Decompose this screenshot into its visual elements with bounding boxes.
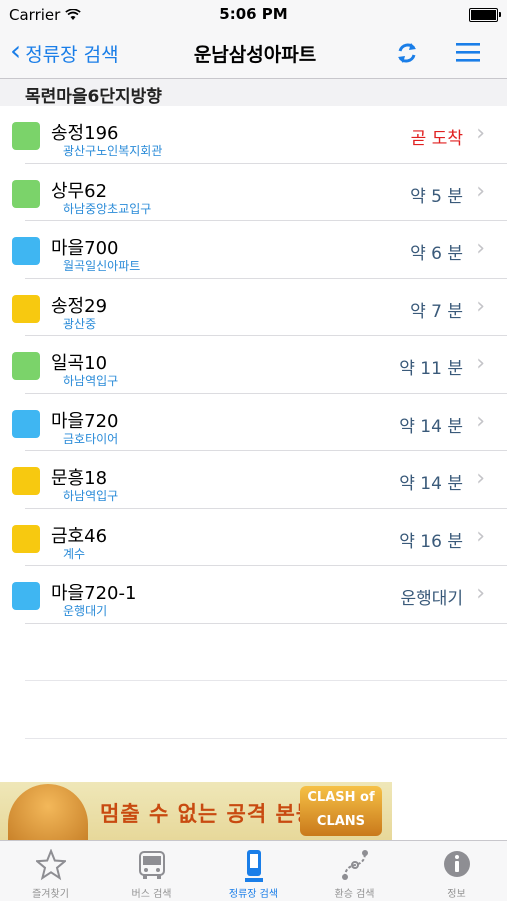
route-eta: 약 14 분 (399, 474, 463, 494)
route-current-stop: 광산구노인복지회관 (63, 144, 163, 158)
route-current-stop: 광산중 (63, 316, 97, 331)
route-current-stop: 금호타이어 (63, 431, 119, 446)
chevron-right-icon: › (476, 523, 485, 549)
route-current-stop: 하남역입구 (63, 374, 119, 388)
back-button[interactable]: ‹ 정류장 검색 (10, 34, 119, 67)
tab-label: 정보 (447, 889, 466, 900)
tab-label: 버스 검색 (131, 889, 172, 900)
chevron-right-icon: › (476, 581, 485, 606)
route-row[interactable]: 마을720 금호타이어 약 14 분 › (12, 394, 507, 451)
back-button-label: 정류장 검색 (25, 43, 119, 66)
route-list: 송정196 광산구노인복지회관 곧 도착 › 상무62 하남중앙초교입구 약 5… (0, 106, 507, 739)
route-color-badge (12, 524, 40, 553)
tab-stop-search[interactable]: 정류장 검색 (203, 841, 304, 901)
chevron-right-icon: › (476, 178, 485, 204)
battery-icon (469, 8, 501, 22)
bus-icon (139, 851, 165, 879)
route-current-stop: 월곡일신아파트 (63, 259, 141, 273)
empty-list-row (25, 624, 507, 681)
info-icon (444, 851, 470, 877)
tab-bar: 즐겨찾기 버스 검색 정류장 검색 환승 검색 정보 (0, 840, 507, 901)
refresh-icon (398, 43, 416, 63)
route-color-badge (12, 237, 40, 265)
status-bar: Carrier 5:06 PM (0, 0, 507, 28)
chevron-left-icon: ‹ (10, 34, 22, 67)
route-row[interactable]: 금호46 계수 약 16 분 › (12, 509, 507, 566)
transfer-route-icon (342, 850, 368, 880)
tab-transfer-search[interactable]: 환승 검색 (304, 841, 405, 901)
chevron-right-icon: › (476, 408, 485, 434)
route-row[interactable]: 송정29 광산중 약 7 분 › (12, 279, 507, 336)
route-current-stop: 하남중앙초교입구 (63, 201, 152, 216)
route-color-badge (12, 179, 40, 208)
route-color-badge (12, 582, 40, 610)
route-row[interactable]: 마을720-1 운행대기 운행대기 › (12, 566, 507, 624)
ad-banner[interactable]: 멈출 수 없는 공격 본능! CLASH of CLANS (0, 782, 392, 840)
tab-label: 정류장 검색 (228, 889, 279, 900)
navigation-bar: ‹ 정류장 검색 운남삼성아파트 (0, 28, 507, 79)
menu-button[interactable] (454, 40, 484, 66)
ad-headline: 멈출 수 없는 공격 본능! (100, 802, 327, 826)
tab-label: 환승 검색 (334, 889, 375, 900)
route-eta: 운행대기 (400, 589, 463, 609)
route-eta: 약 11 분 (399, 359, 463, 379)
route-row[interactable]: 일곡10 하남역입구 약 11 분 › (12, 336, 507, 394)
route-eta: 약 14 분 (399, 416, 463, 437)
route-color-badge (12, 409, 40, 438)
hamburger-menu-icon (456, 43, 480, 62)
chevron-right-icon: › (476, 351, 485, 376)
route-color-badge (12, 352, 40, 380)
direction-header: 목련마을6단지방향 (0, 79, 507, 107)
chevron-right-icon: › (476, 466, 485, 491)
page-title: 운남삼성아파트 (193, 44, 317, 66)
tab-favorites[interactable]: 즐겨찾기 (0, 841, 101, 901)
direction-title: 목련마을6단지방향 (25, 87, 162, 107)
chevron-right-icon: › (476, 236, 485, 261)
tab-bus-search[interactable]: 버스 검색 (101, 841, 202, 901)
route-color-badge (12, 294, 40, 323)
route-eta: 약 6 분 (410, 244, 463, 264)
route-row[interactable]: 상무62 하남중앙초교입구 약 5 분 › (12, 164, 507, 221)
route-eta: 약 16 분 (399, 531, 463, 552)
status-time: 5:06 PM (219, 5, 288, 23)
bus-stop-icon (245, 850, 263, 882)
chevron-right-icon: › (476, 293, 485, 319)
empty-list-row (25, 681, 507, 739)
refresh-button[interactable] (392, 38, 422, 68)
route-current-stop: 계수 (63, 546, 86, 561)
star-icon (36, 849, 66, 881)
route-color-badge (12, 122, 40, 150)
route-row[interactable]: 송정196 광산구노인복지회관 곧 도착 › (12, 106, 507, 164)
ad-character-image (8, 784, 88, 840)
route-current-stop: 하남역입구 (63, 489, 119, 503)
route-row[interactable]: 문흥18 하남역입구 약 14 분 › (12, 451, 507, 509)
route-current-stop: 운행대기 (63, 604, 108, 618)
tab-info[interactable]: 정보 (406, 841, 507, 901)
route-row[interactable]: 마을700 월곡일신아파트 약 6 분 › (12, 221, 507, 279)
route-eta: 약 7 분 (410, 301, 463, 322)
route-color-badge (12, 467, 40, 495)
chevron-right-icon: › (476, 121, 485, 146)
route-eta: 약 5 분 (410, 186, 463, 207)
ad-game-logo: CLASH of CLANS (300, 786, 382, 836)
route-eta: 곧 도착 (410, 129, 463, 149)
tab-label: 즐겨찾기 (32, 889, 69, 900)
